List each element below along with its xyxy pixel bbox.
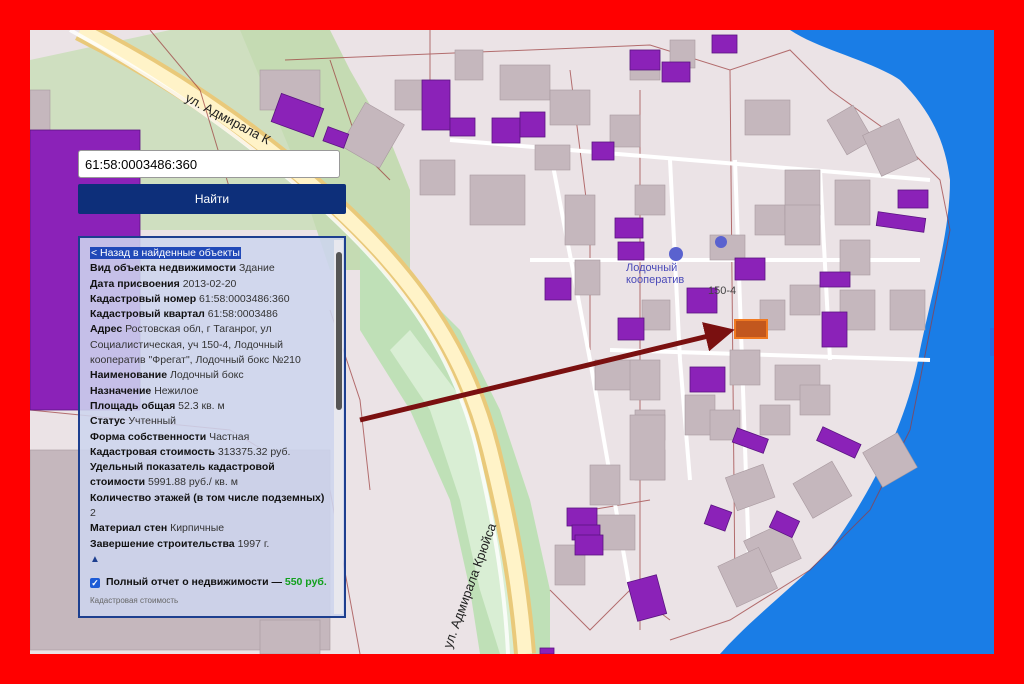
info-row: Завершение строительства 1997 г. <box>90 537 330 552</box>
cut-text: Кадастровая стоимость <box>90 595 179 605</box>
info-row-value: 52.3 кв. м <box>178 399 225 412</box>
report-label: Полный отчет о недвижимости — <box>106 576 285 589</box>
poi-label: Лодочный кооператив <box>626 262 685 286</box>
info-row-value: Здание <box>238 262 275 275</box>
info-row-label: Площадь общая <box>90 399 176 412</box>
info-row-label: Кадастровый квартал <box>90 308 205 321</box>
info-row: Удельный показатель кадастровой стоимост… <box>90 460 330 491</box>
info-row-label: Форма собственности <box>90 430 207 443</box>
info-row: Кадастровая стоимость 313375.32 руб. <box>90 445 330 460</box>
info-row-label: Количество этажей (в том числе подземных… <box>90 491 325 504</box>
info-row: Адрес Ростовская обл, г Таганрог, ул Соц… <box>90 322 330 368</box>
info-row-label: Завершение строительства <box>90 537 235 550</box>
info-row-value: Учтенный <box>128 415 176 428</box>
info-row-value: 61:58:0003486:360 <box>199 292 290 305</box>
info-row-value: 61:58:0003486 <box>207 308 278 321</box>
info-row-label: Назначение <box>90 384 152 397</box>
info-row-value: Лодочный бокс <box>169 369 244 382</box>
info-row-value: Нежилое <box>154 384 199 397</box>
scrollbar-thumb[interactable] <box>336 252 342 410</box>
info-row: Материал стен Кирпичные <box>90 521 330 536</box>
info-row: Форма собственности Частная <box>90 430 330 445</box>
info-row: Кадастровый номер 61:58:0003486:360 <box>90 292 330 307</box>
info-row: Статус Учтенный <box>90 414 330 429</box>
checkbox-checked-icon[interactable]: ✓ <box>90 578 100 589</box>
info-row: Площадь общая 52.3 кв. м <box>90 399 330 414</box>
collapse-toggle-icon[interactable]: ▲ <box>90 552 330 567</box>
info-row-label: Кадастровый номер <box>90 292 197 305</box>
info-row-label: Дата присвоения <box>90 277 180 290</box>
info-row: Назначение Нежилое <box>90 384 330 399</box>
info-row-value: Частная <box>209 430 250 443</box>
full-report-option[interactable]: ✓ Полный отчет о недвижимости — 550 руб. <box>90 575 330 590</box>
plot-number-label: 150-4 <box>708 285 737 297</box>
info-row-label: Наименование <box>90 369 168 382</box>
info-row-value: 5991.88 руб./ кв. м <box>147 476 238 489</box>
info-row: Наименование Лодочный бокс <box>90 368 330 383</box>
info-row-label: Статус <box>90 415 126 428</box>
search-input[interactable] <box>78 150 340 178</box>
info-row-value: Кирпичные <box>170 522 225 535</box>
cadastral-map[interactable]: ул. Адмирала К ул. Адмирала Крюйса Лодоч… <box>30 30 994 654</box>
info-row-value: 2 <box>90 507 96 520</box>
report-price: 550 руб. <box>284 576 327 589</box>
info-row: Кадастровый квартал 61:58:0003486 <box>90 307 330 322</box>
info-row: Дата присвоения 2013-02-20 <box>90 277 330 292</box>
info-row-value: 2013-02-20 <box>182 277 237 290</box>
info-row-label: Материал стен <box>90 522 168 535</box>
back-link[interactable]: < Назад в найденные объекты <box>90 247 241 259</box>
find-button[interactable]: Найти <box>78 184 346 214</box>
info-row: Вид объекта недвижимости Здание <box>90 261 330 276</box>
info-row-label: Кадастровая стоимость <box>90 445 215 458</box>
object-info-panel: < Назад в найденные объекты Вид объекта … <box>78 236 346 618</box>
map-side-tab[interactable] <box>990 328 994 356</box>
info-row-value: 313375.32 руб. <box>217 445 291 458</box>
info-row: Количество этажей (в том числе подземных… <box>90 491 330 522</box>
info-row-label: Вид объекта недвижимости <box>90 262 237 275</box>
info-row-value: 1997 г. <box>237 537 270 550</box>
info-row-value: Ростовская обл, г Таганрог, ул Социалист… <box>90 323 301 367</box>
info-row-label: Адрес <box>90 323 123 336</box>
